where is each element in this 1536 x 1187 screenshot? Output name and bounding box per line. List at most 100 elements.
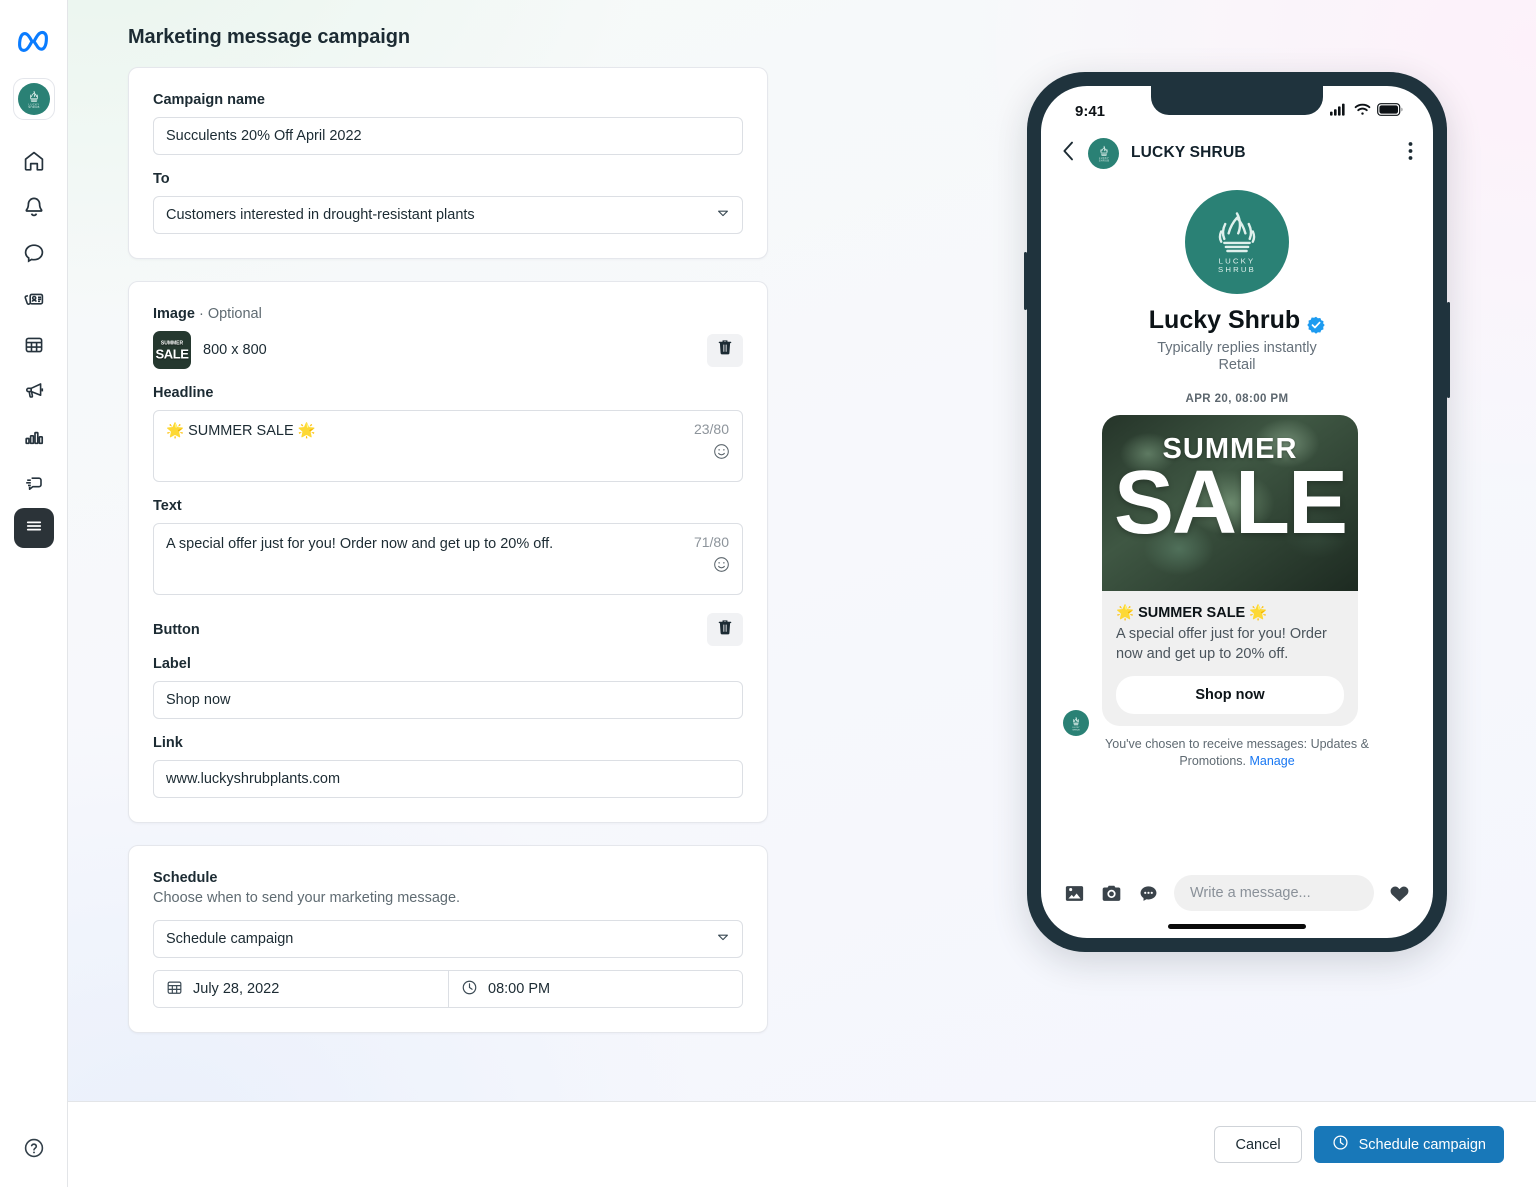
- content-canvas: Marketing message campaign Campaign name…: [68, 0, 1536, 1101]
- sidebar-item-messages[interactable]: [11, 462, 57, 508]
- image-label: Image · Optional: [153, 306, 743, 322]
- verified-badge-icon: [1307, 312, 1325, 334]
- photo-icon[interactable]: [1063, 882, 1086, 905]
- phone-status-bar: 9:41: [1041, 86, 1433, 130]
- bubble-headline: 🌟 SUMMER SALE 🌟: [1116, 605, 1268, 621]
- marketing-message-bubble: SUMMER SALE 🌟 SUMMER SALE 🌟 A special of…: [1102, 415, 1358, 727]
- camera-icon[interactable]: [1100, 882, 1123, 905]
- cards-icon: [22, 287, 46, 316]
- chevron-down-icon: [716, 930, 730, 948]
- schedule-campaign-button[interactable]: Schedule campaign: [1313, 1126, 1504, 1163]
- bubble-sender-avatar: LUCKY SHRUB: [1063, 709, 1089, 736]
- campaign-name-input[interactable]: Succulents 20% Off April 2022: [153, 117, 743, 155]
- emoji-icon[interactable]: [713, 443, 730, 460]
- profile-name-row: Lucky Shrub: [1041, 306, 1433, 335]
- sidebar-item-ads[interactable]: [11, 370, 57, 416]
- link-field-label: Link: [153, 735, 183, 751]
- schedule-date-input[interactable]: July 28, 2022: [154, 971, 448, 1007]
- campaign-details-card: Campaign name Succulents 20% Off April 2…: [128, 67, 768, 259]
- message-timestamp: APR 20, 08:00 PM: [1185, 393, 1289, 405]
- app-window: LUCKY SHRUB Marketing message campaign C…: [0, 0, 1536, 1187]
- message-input[interactable]: Write a message...: [1174, 875, 1374, 911]
- bell-icon: [22, 195, 46, 224]
- headline-value: 🌟 SUMMER SALE 🌟: [166, 423, 316, 439]
- avatar-name-line2: SHRUB: [1218, 265, 1256, 274]
- signal-icon: [1330, 103, 1348, 120]
- svg-text:SHRUB: SHRUB: [1098, 158, 1109, 162]
- megaphone-icon: [22, 379, 46, 408]
- headline-textarea[interactable]: 🌟 SUMMER SALE 🌟 23/80: [153, 410, 743, 482]
- battery-icon: [1377, 102, 1403, 120]
- chat-menu-button[interactable]: [1408, 141, 1413, 166]
- profile-replies-text: Typically replies instantly: [1157, 340, 1317, 356]
- button-label-input[interactable]: Shop now: [153, 681, 743, 719]
- chevron-left-icon: [1061, 140, 1076, 167]
- text-textarea[interactable]: A special offer just for you! Order now …: [153, 523, 743, 595]
- meta-logo[interactable]: [14, 22, 54, 62]
- delete-image-button[interactable]: [707, 333, 743, 367]
- calendar-icon: [166, 979, 183, 1000]
- sidebar-item-more[interactable]: [13, 508, 54, 548]
- left-nav-rail: LUCKY SHRUB: [0, 0, 68, 1187]
- image-label-separator: ·: [198, 306, 204, 322]
- bubble-cta-button[interactable]: Shop now: [1116, 676, 1344, 715]
- image-thumbnail[interactable]: SUMMER SALE: [153, 331, 191, 369]
- help-icon: [22, 1136, 46, 1165]
- sidebar-item-notifications[interactable]: [11, 186, 57, 232]
- schedule-type-value: Schedule campaign: [166, 931, 294, 947]
- button-link-input[interactable]: www.luckyshrubplants.com: [153, 760, 743, 798]
- home-icon: [22, 149, 46, 178]
- image-upload-row: SUMMER SALE 800 x 800: [153, 331, 743, 369]
- emoji-icon[interactable]: [713, 556, 730, 573]
- main-area: Marketing message campaign Campaign name…: [68, 0, 1536, 1187]
- heart-icon[interactable]: [1388, 882, 1411, 905]
- back-button[interactable]: [1061, 140, 1076, 167]
- campaign-name-value: Succulents 20% Off April 2022: [166, 128, 362, 144]
- kebab-menu-icon: [1408, 141, 1413, 166]
- chat-header-title: LUCKY SHRUB: [1131, 144, 1246, 161]
- help-button[interactable]: [17, 1133, 51, 1167]
- phone-mockup: 9:41 LUCKY SHRUB LUCKY SHRUB LUCKY SHRUB…: [1024, 72, 1450, 952]
- headline-counter: 23/80: [693, 421, 729, 437]
- business-avatar[interactable]: LUCKY SHRUB: [12, 78, 55, 120]
- schedule-campaign-label: Schedule campaign: [1358, 1136, 1486, 1153]
- chat-header-avatar[interactable]: LUCKY SHRUB: [1088, 137, 1119, 169]
- thumbnail-text: SALE: [155, 346, 189, 362]
- speech-reply-icon: [22, 471, 46, 500]
- image-optional-text: Optional: [207, 306, 262, 322]
- text-label: Text: [153, 498, 182, 514]
- profile-category: Retail: [1218, 357, 1256, 373]
- audience-select[interactable]: Customers interested in drought-resistan…: [153, 196, 743, 234]
- rail-icon-list: [11, 140, 57, 548]
- thumbnail-caption: SUMMER SALE: [153, 340, 191, 361]
- sidebar-item-contacts[interactable]: [11, 278, 57, 324]
- schedule-card: Schedule Choose when to send your market…: [128, 845, 768, 1033]
- sticker-icon[interactable]: [1137, 882, 1160, 905]
- sidebar-item-insights[interactable]: [11, 416, 57, 462]
- sidebar-item-home[interactable]: [11, 140, 57, 186]
- schedule-type-select[interactable]: Schedule campaign: [153, 920, 743, 958]
- hamburger-icon: [23, 515, 45, 542]
- message-content-card: Image · Optional SUMMER SALE 800 x 800 H…: [128, 281, 768, 823]
- clock-icon: [461, 979, 478, 1000]
- action-footer: Cancel Schedule campaign: [68, 1101, 1536, 1187]
- schedule-time-input[interactable]: 08:00 PM: [448, 971, 742, 1007]
- text-value: A special offer just for you! Order now …: [166, 536, 554, 552]
- sidebar-item-inbox[interactable]: [11, 232, 57, 278]
- profile-business-name: Lucky Shrub: [1148, 306, 1301, 334]
- profile-block: LUCKY SHRUB Lucky Shrub Typically replie…: [1041, 176, 1433, 373]
- message-composer: Write a message...: [1041, 862, 1433, 924]
- sidebar-item-catalog[interactable]: [11, 324, 57, 370]
- optin-notice: You've chosen to receive messages: Updat…: [1063, 726, 1411, 770]
- delete-button-button[interactable]: [707, 613, 743, 646]
- message-placeholder: Write a message...: [1190, 885, 1311, 901]
- audience-value: Customers interested in drought-resistan…: [166, 207, 475, 223]
- calculator-icon: [22, 333, 46, 362]
- button-link-value: www.luckyshrubplants.com: [166, 771, 341, 787]
- message-area: SUMMER SALE 🌟 SUMMER SALE 🌟 A special of…: [1041, 405, 1433, 770]
- schedule-time-value: 08:00 PM: [488, 981, 551, 997]
- manage-link[interactable]: Manage: [1249, 754, 1294, 768]
- cancel-button[interactable]: Cancel: [1214, 1126, 1302, 1163]
- profile-avatar: LUCKY SHRUB: [1185, 190, 1289, 294]
- button-section-label: Button: [153, 621, 200, 638]
